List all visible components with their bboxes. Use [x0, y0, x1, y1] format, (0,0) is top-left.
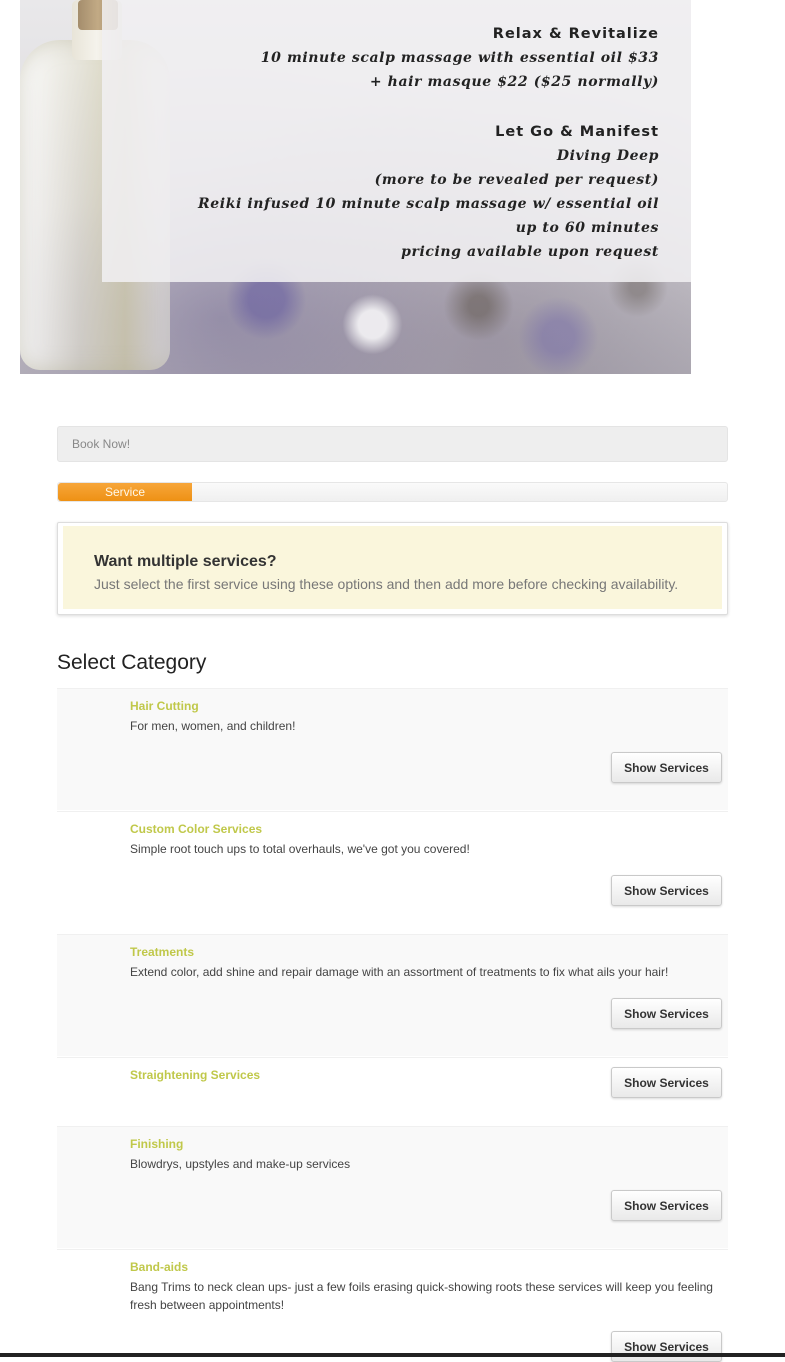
banner-line: Diving Deep [556, 148, 659, 164]
category-name[interactable]: Treatments [130, 945, 194, 959]
banner-text: Relax & Revitalize 10 minute scalp massa… [139, 22, 659, 264]
show-services-button[interactable]: Show Services [611, 1331, 722, 1362]
category-name[interactable]: Custom Color Services [130, 822, 262, 836]
banner-line: Reiki infused 10 minute scalp massage w/… [198, 196, 659, 212]
page-bottom-border [0, 1353, 785, 1357]
category-row-finishing: Finishing Blowdrys, upstyles and make-up… [57, 1126, 728, 1248]
category-name[interactable]: Band-aids [130, 1260, 188, 1274]
banner-line: 10 minute scalp massage with essential o… [260, 50, 659, 66]
category-name[interactable]: Straightening Services [130, 1068, 260, 1082]
show-services-button[interactable]: Show Services [611, 875, 722, 906]
notice-title: Want multiple services? [94, 553, 277, 570]
banner-line: pricing available upon request [401, 244, 659, 260]
booking-title: Book Now! [72, 437, 131, 451]
notice-text: Just select the first service using thes… [94, 576, 679, 592]
show-services-button[interactable]: Show Services [611, 1190, 722, 1221]
show-services-button[interactable]: Show Services [611, 752, 722, 783]
banner-line: up to 60 minutes [515, 220, 659, 236]
category-row-custom-color: Custom Color Services Simple root touch … [57, 811, 728, 933]
progress-step-service: Service [58, 483, 192, 501]
banner-line: + hair masque $22 ($25 normally) [369, 74, 659, 90]
banner-heading-relax: Relax & Revitalize [492, 26, 659, 42]
multiple-services-notice: Want multiple services? Just select the … [57, 522, 728, 615]
category-row-band-aids: Band-aids Bang Trims to neck clean ups- … [57, 1249, 728, 1362]
booking-progress-bar: Service [57, 482, 728, 502]
category-description: Extend color, add shine and repair damag… [130, 965, 669, 979]
booking-header: Book Now! [57, 426, 728, 462]
category-name[interactable]: Hair Cutting [130, 699, 199, 713]
promo-banner: Relax & Revitalize 10 minute scalp massa… [20, 0, 691, 374]
category-row-straightening: Straightening Services Show Services [57, 1057, 728, 1125]
banner-heading-let-go: Let Go & Manifest [495, 124, 659, 140]
show-services-button[interactable]: Show Services [611, 1067, 722, 1098]
category-description: Simple root touch ups to total overhauls… [130, 842, 470, 856]
category-description: Bang Trims to neck clean ups- just a few… [130, 1280, 713, 1312]
category-row-treatments: Treatments Extend color, add shine and r… [57, 934, 728, 1056]
category-description: Blowdrys, upstyles and make-up services [130, 1157, 351, 1171]
progress-label: Service [104, 485, 145, 499]
category-description: For men, women, and children! [130, 719, 296, 733]
section-title: Select Category [57, 651, 207, 674]
show-services-button[interactable]: Show Services [611, 998, 722, 1029]
category-row-hair-cutting: Hair Cutting For men, women, and childre… [57, 688, 728, 810]
banner-line: (more to be revealed per request) [374, 172, 659, 188]
category-name[interactable]: Finishing [130, 1137, 183, 1151]
